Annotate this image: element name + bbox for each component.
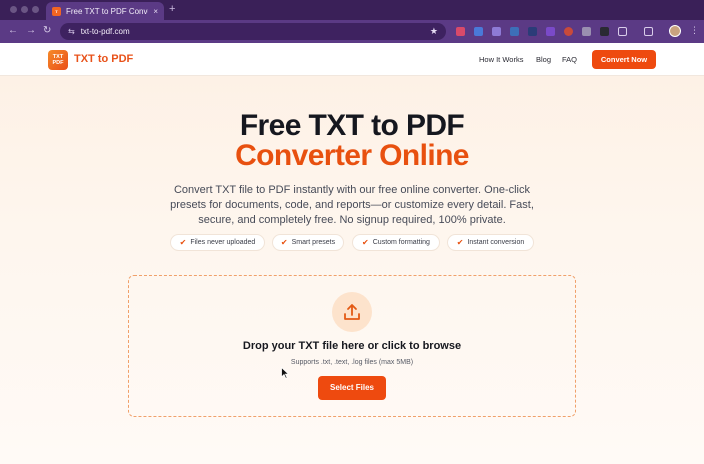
upload-icon	[332, 292, 372, 332]
browser-toolbar: ← → ↻ ⇆ txt-to-pdf.com ★ ⋮	[0, 20, 704, 43]
mouse-cursor-icon	[281, 367, 289, 379]
site-header: TXT PDF TXT to PDF How It Works Blog FAQ…	[0, 43, 704, 76]
dropzone-title: Drop your TXT file here or click to brow…	[242, 340, 462, 352]
extension-icon-4[interactable]	[510, 27, 519, 36]
brand-name[interactable]: TXT to PDF	[74, 53, 133, 65]
select-files-button[interactable]: Select Files	[318, 376, 386, 400]
address-bar[interactable]: ⇆ txt-to-pdf.com ★	[60, 23, 446, 40]
forward-icon[interactable]: →	[26, 25, 36, 36]
extension-icon-5[interactable]	[528, 27, 537, 36]
hero-title-line2: Converter Online	[235, 139, 469, 172]
site-info-icon[interactable]: ⇆	[68, 27, 75, 36]
profile-avatar[interactable]	[669, 25, 681, 37]
feature-pill: ✔ Files never uploaded	[170, 234, 265, 251]
page-content: TXT PDF TXT to PDF How It Works Blog FAQ…	[0, 43, 704, 464]
logo-icon[interactable]: TXT PDF	[48, 50, 68, 70]
upload-arrow-icon	[344, 304, 360, 320]
nav-blog[interactable]: Blog	[536, 55, 551, 64]
extension-icon-7[interactable]	[564, 27, 573, 36]
tab-title: Free TXT to PDF Converter -	[66, 6, 148, 16]
extension-icon-2[interactable]	[474, 27, 483, 36]
feature-pill: ✔ Smart presets	[272, 234, 344, 251]
feature-pill: ✔ Custom formatting	[352, 234, 440, 251]
side-panel-icon[interactable]	[644, 27, 653, 36]
check-icon: ✔	[179, 238, 187, 247]
check-icon: ✔	[362, 238, 369, 247]
feature-pill: ✔ Instant conversion	[447, 234, 534, 251]
extension-icon-1[interactable]	[456, 27, 465, 36]
dropzone-subtitle: Supports .txt, .text, .log files (max 5M…	[290, 359, 414, 366]
tab-close-icon[interactable]: ×	[153, 7, 158, 16]
nav-faq[interactable]: FAQ	[562, 55, 577, 64]
feature-label: Custom formatting	[372, 239, 430, 246]
window-close-dot[interactable]	[10, 6, 17, 13]
extension-icon-3[interactable]	[492, 27, 501, 36]
browser-tab-bar: T Free TXT to PDF Converter - × +	[0, 0, 704, 20]
url-text[interactable]: txt-to-pdf.com	[81, 27, 424, 36]
extension-icon-9[interactable]	[600, 27, 609, 36]
logo-text-bottom: PDF	[52, 60, 64, 66]
hero-title-line1: Free TXT to PDF	[239, 109, 465, 142]
nav-how-it-works[interactable]: How It Works	[479, 55, 523, 64]
browser-tab-active[interactable]: T Free TXT to PDF Converter - ×	[46, 2, 164, 20]
back-icon[interactable]: ←	[8, 25, 18, 36]
feature-label: Smart presets	[291, 239, 336, 246]
hero-description: Convert TXT file to PDF instantly with o…	[170, 184, 534, 226]
convert-now-button[interactable]: Convert Now	[592, 50, 656, 69]
new-tab-icon[interactable]: +	[169, 3, 175, 15]
browser-menu-icon[interactable]: ⋮	[690, 25, 699, 36]
extension-icon-6[interactable]	[546, 27, 555, 36]
tab-favicon-icon: T	[52, 6, 61, 16]
bookmark-star-icon[interactable]: ★	[430, 26, 438, 37]
check-icon: ✔	[280, 238, 288, 247]
feature-label: Instant conversion	[467, 239, 525, 246]
extensions-puzzle-icon[interactable]	[618, 27, 627, 36]
window-maximize-dot[interactable]	[32, 6, 39, 13]
feature-label: Files never uploaded	[190, 239, 256, 246]
reload-icon[interactable]: ↻	[43, 25, 51, 36]
extension-icon-8[interactable]	[582, 27, 591, 36]
check-icon: ✔	[456, 238, 464, 247]
window-minimize-dot[interactable]	[21, 6, 28, 13]
